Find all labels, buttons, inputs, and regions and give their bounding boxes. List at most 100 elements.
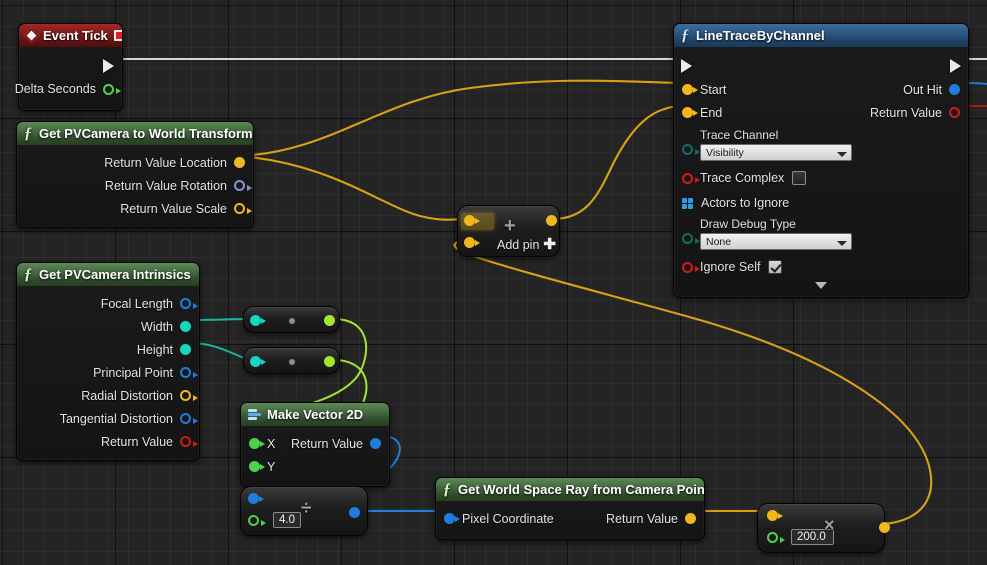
node-event-tick[interactable]: Event Tick Delta Seconds [15, 23, 123, 111]
vector-pin-start[interactable] [682, 84, 698, 95]
pin-row-pixel-coordinate[interactable]: Pixel Coordinate Return Value [436, 507, 704, 530]
pin-row-start-outhit[interactable]: Start Out Hit [674, 78, 968, 101]
vector-pin-add-input-a[interactable] [464, 215, 480, 226]
bool-pin-ignore-self[interactable] [682, 261, 700, 273]
node-line-trace-by-channel[interactable]: ƒ LineTraceByChannel Start Out Hit End R… [673, 23, 969, 298]
bool-pin-linetrace-return-value[interactable] [949, 107, 960, 118]
pin-row-makevec-x[interactable]: X Return Value [241, 432, 389, 455]
add-pin-control[interactable]: Add pin ✚ [497, 237, 556, 252]
node-get-world-space-ray-from-camera-point[interactable]: ƒ Get World Space Ray from Camera Point … [435, 477, 705, 540]
pin-row-trace-channel[interactable]: Trace Channel Visibility [674, 124, 968, 161]
int-pin-height[interactable] [180, 344, 191, 355]
int-pin-width[interactable] [180, 321, 191, 332]
vector-pin-return-value-scale[interactable] [234, 203, 252, 214]
chevron-down-icon[interactable] [815, 282, 827, 289]
rotator-pin-return-value-rotation[interactable] [234, 180, 252, 191]
chevron-down-icon[interactable] [837, 152, 847, 157]
node-get-pvcamera-to-world-transform[interactable]: ƒ Get PVCamera to World Transform Return… [16, 121, 254, 228]
array-pin-radial-distortion[interactable] [180, 390, 198, 401]
node-make-vector-2d-title: Make Vector 2D [267, 407, 364, 422]
float-pin-delta-seconds[interactable] [103, 83, 121, 95]
vector-pin-add-input-b[interactable] [464, 237, 480, 248]
pin-row-delta-seconds[interactable]: Delta Seconds [15, 77, 122, 101]
pin-row-linetrace-exec[interactable] [674, 54, 968, 78]
int-pin-conv1-input[interactable] [250, 315, 266, 326]
node-get-pvcamera-intrinsics[interactable]: ƒ Get PVCamera Intrinsics Focal Length W… [16, 262, 200, 461]
vector-pin-multiply-output[interactable] [879, 522, 890, 533]
vector2d-pin-divide-input-a[interactable] [248, 493, 264, 504]
node-line-trace-by-channel-header[interactable]: ƒ LineTraceByChannel [674, 24, 968, 47]
divide-literal-value[interactable]: 4.0 [273, 512, 301, 528]
node-get-pvcamera-to-world-transform-body: Return Value Location Return Value Rotat… [17, 145, 253, 227]
node-event-tick-header[interactable]: Event Tick [19, 24, 122, 47]
checkbox-ignore-self[interactable] [768, 260, 783, 274]
pin-row-radial-distortion[interactable]: Radial Distortion [17, 384, 199, 407]
enum-pin-draw-debug-type[interactable] [682, 233, 700, 244]
float-pin-x[interactable] [249, 438, 265, 449]
checkbox-trace-complex[interactable] [792, 171, 807, 185]
array-grid-icon[interactable] [682, 197, 694, 209]
pin-row-height[interactable]: Height [17, 338, 199, 361]
node-get-pvcamera-to-world-transform-header[interactable]: ƒ Get PVCamera to World Transform [17, 122, 253, 145]
vector2d-pin-divide-output[interactable] [349, 507, 360, 518]
pin-row-return-value-rotation[interactable]: Return Value Rotation [17, 174, 253, 197]
pin-label-height: Height [136, 342, 173, 357]
vector-pin-return-value-location[interactable] [234, 157, 245, 168]
pin-row-ignore-self[interactable]: Ignore Self [674, 254, 968, 280]
pin-label-pixel-coordinate: Pixel Coordinate [462, 511, 554, 526]
vector2d-pin-pixel-coordinate[interactable] [444, 513, 460, 524]
add-pin-icon[interactable]: ✚ [543, 237, 556, 252]
node-make-vector-2d[interactable]: Make Vector 2D X Return Value Y [240, 402, 390, 487]
label-ignore-self: Ignore Self [700, 260, 761, 274]
pin-row-tangential-distortion[interactable]: Tangential Distortion [17, 407, 199, 430]
node-conversion-int-to-float-width[interactable] [243, 306, 340, 333]
pin-row-return-value-location[interactable]: Return Value Location [17, 151, 253, 174]
pin-row-return-value-scale[interactable]: Return Value Scale [17, 197, 253, 220]
chevron-down-icon[interactable] [837, 241, 847, 246]
node-get-world-space-ray-header[interactable]: ƒ Get World Space Ray from Camera Point [436, 478, 704, 501]
node-expander-button[interactable] [674, 280, 968, 297]
vector-pin-end[interactable] [682, 107, 698, 118]
node-make-vector-2d-header[interactable]: Make Vector 2D [241, 403, 389, 426]
stop-square-icon[interactable] [113, 30, 122, 41]
float-pin-divide-literal[interactable] [248, 515, 266, 526]
vector2d-pin-makevec-return-value[interactable] [370, 438, 381, 449]
float-pin-conv1-output[interactable] [324, 315, 335, 326]
vector2d-pin-principal-point[interactable] [180, 367, 198, 378]
node-add[interactable]: + Add pin ✚ [457, 205, 560, 257]
pin-row-end-returnvalue[interactable]: End Return Value [674, 101, 968, 124]
pin-label-principal-point: Principal Point [93, 365, 173, 380]
dropdown-trace-channel[interactable]: Visibility [700, 144, 852, 161]
enum-pin-trace-channel[interactable] [682, 144, 700, 155]
node-conversion-int-to-float-height[interactable] [243, 347, 340, 374]
pin-row-exec-out[interactable] [19, 55, 122, 77]
vector-pin-add-output[interactable] [546, 215, 557, 226]
exec-pin-out[interactable] [950, 59, 961, 73]
exec-pin[interactable] [103, 59, 114, 73]
vector-pin-multiply-input-a[interactable] [767, 510, 783, 521]
pin-row-trace-complex[interactable]: Trace Complex [674, 165, 968, 191]
node-multiply[interactable]: 200.0 × [757, 503, 890, 553]
bool-pin-trace-complex[interactable] [682, 172, 700, 184]
pin-row-actors-to-ignore[interactable]: Actors to Ignore [674, 191, 968, 215]
struct-pin-out-hit[interactable] [949, 84, 960, 95]
pin-row-focal-length[interactable]: Focal Length [17, 292, 199, 315]
pin-row-intrinsics-return-value[interactable]: Return Value [17, 430, 199, 453]
float-pin-conv2-output[interactable] [324, 356, 335, 367]
pin-row-principal-point[interactable]: Principal Point [17, 361, 199, 384]
bool-pin-return-value[interactable] [180, 436, 198, 447]
vector-pin-ray-return-value[interactable] [685, 513, 696, 524]
pin-row-draw-debug-type[interactable]: Draw Debug Type None [674, 215, 968, 250]
exec-pin-in[interactable] [681, 59, 692, 73]
int-pin-conv2-input[interactable] [250, 356, 266, 367]
vector2d-pin-focal-length[interactable] [180, 298, 198, 309]
float-pin-y[interactable] [249, 461, 265, 472]
pin-row-width[interactable]: Width [17, 315, 199, 338]
vector2d-pin-tangential-distortion[interactable] [180, 413, 198, 424]
pin-row-makevec-y[interactable]: Y [241, 455, 389, 478]
node-divide[interactable]: 4.0 ÷ [240, 486, 368, 536]
blueprint-graph-canvas[interactable]: Event Tick Delta Seconds ƒ Get PVCamera … [0, 0, 987, 565]
node-get-pvcamera-intrinsics-header[interactable]: ƒ Get PVCamera Intrinsics [17, 263, 199, 286]
dropdown-draw-debug-type[interactable]: None [700, 233, 852, 250]
float-pin-multiply-literal[interactable] [767, 532, 785, 543]
